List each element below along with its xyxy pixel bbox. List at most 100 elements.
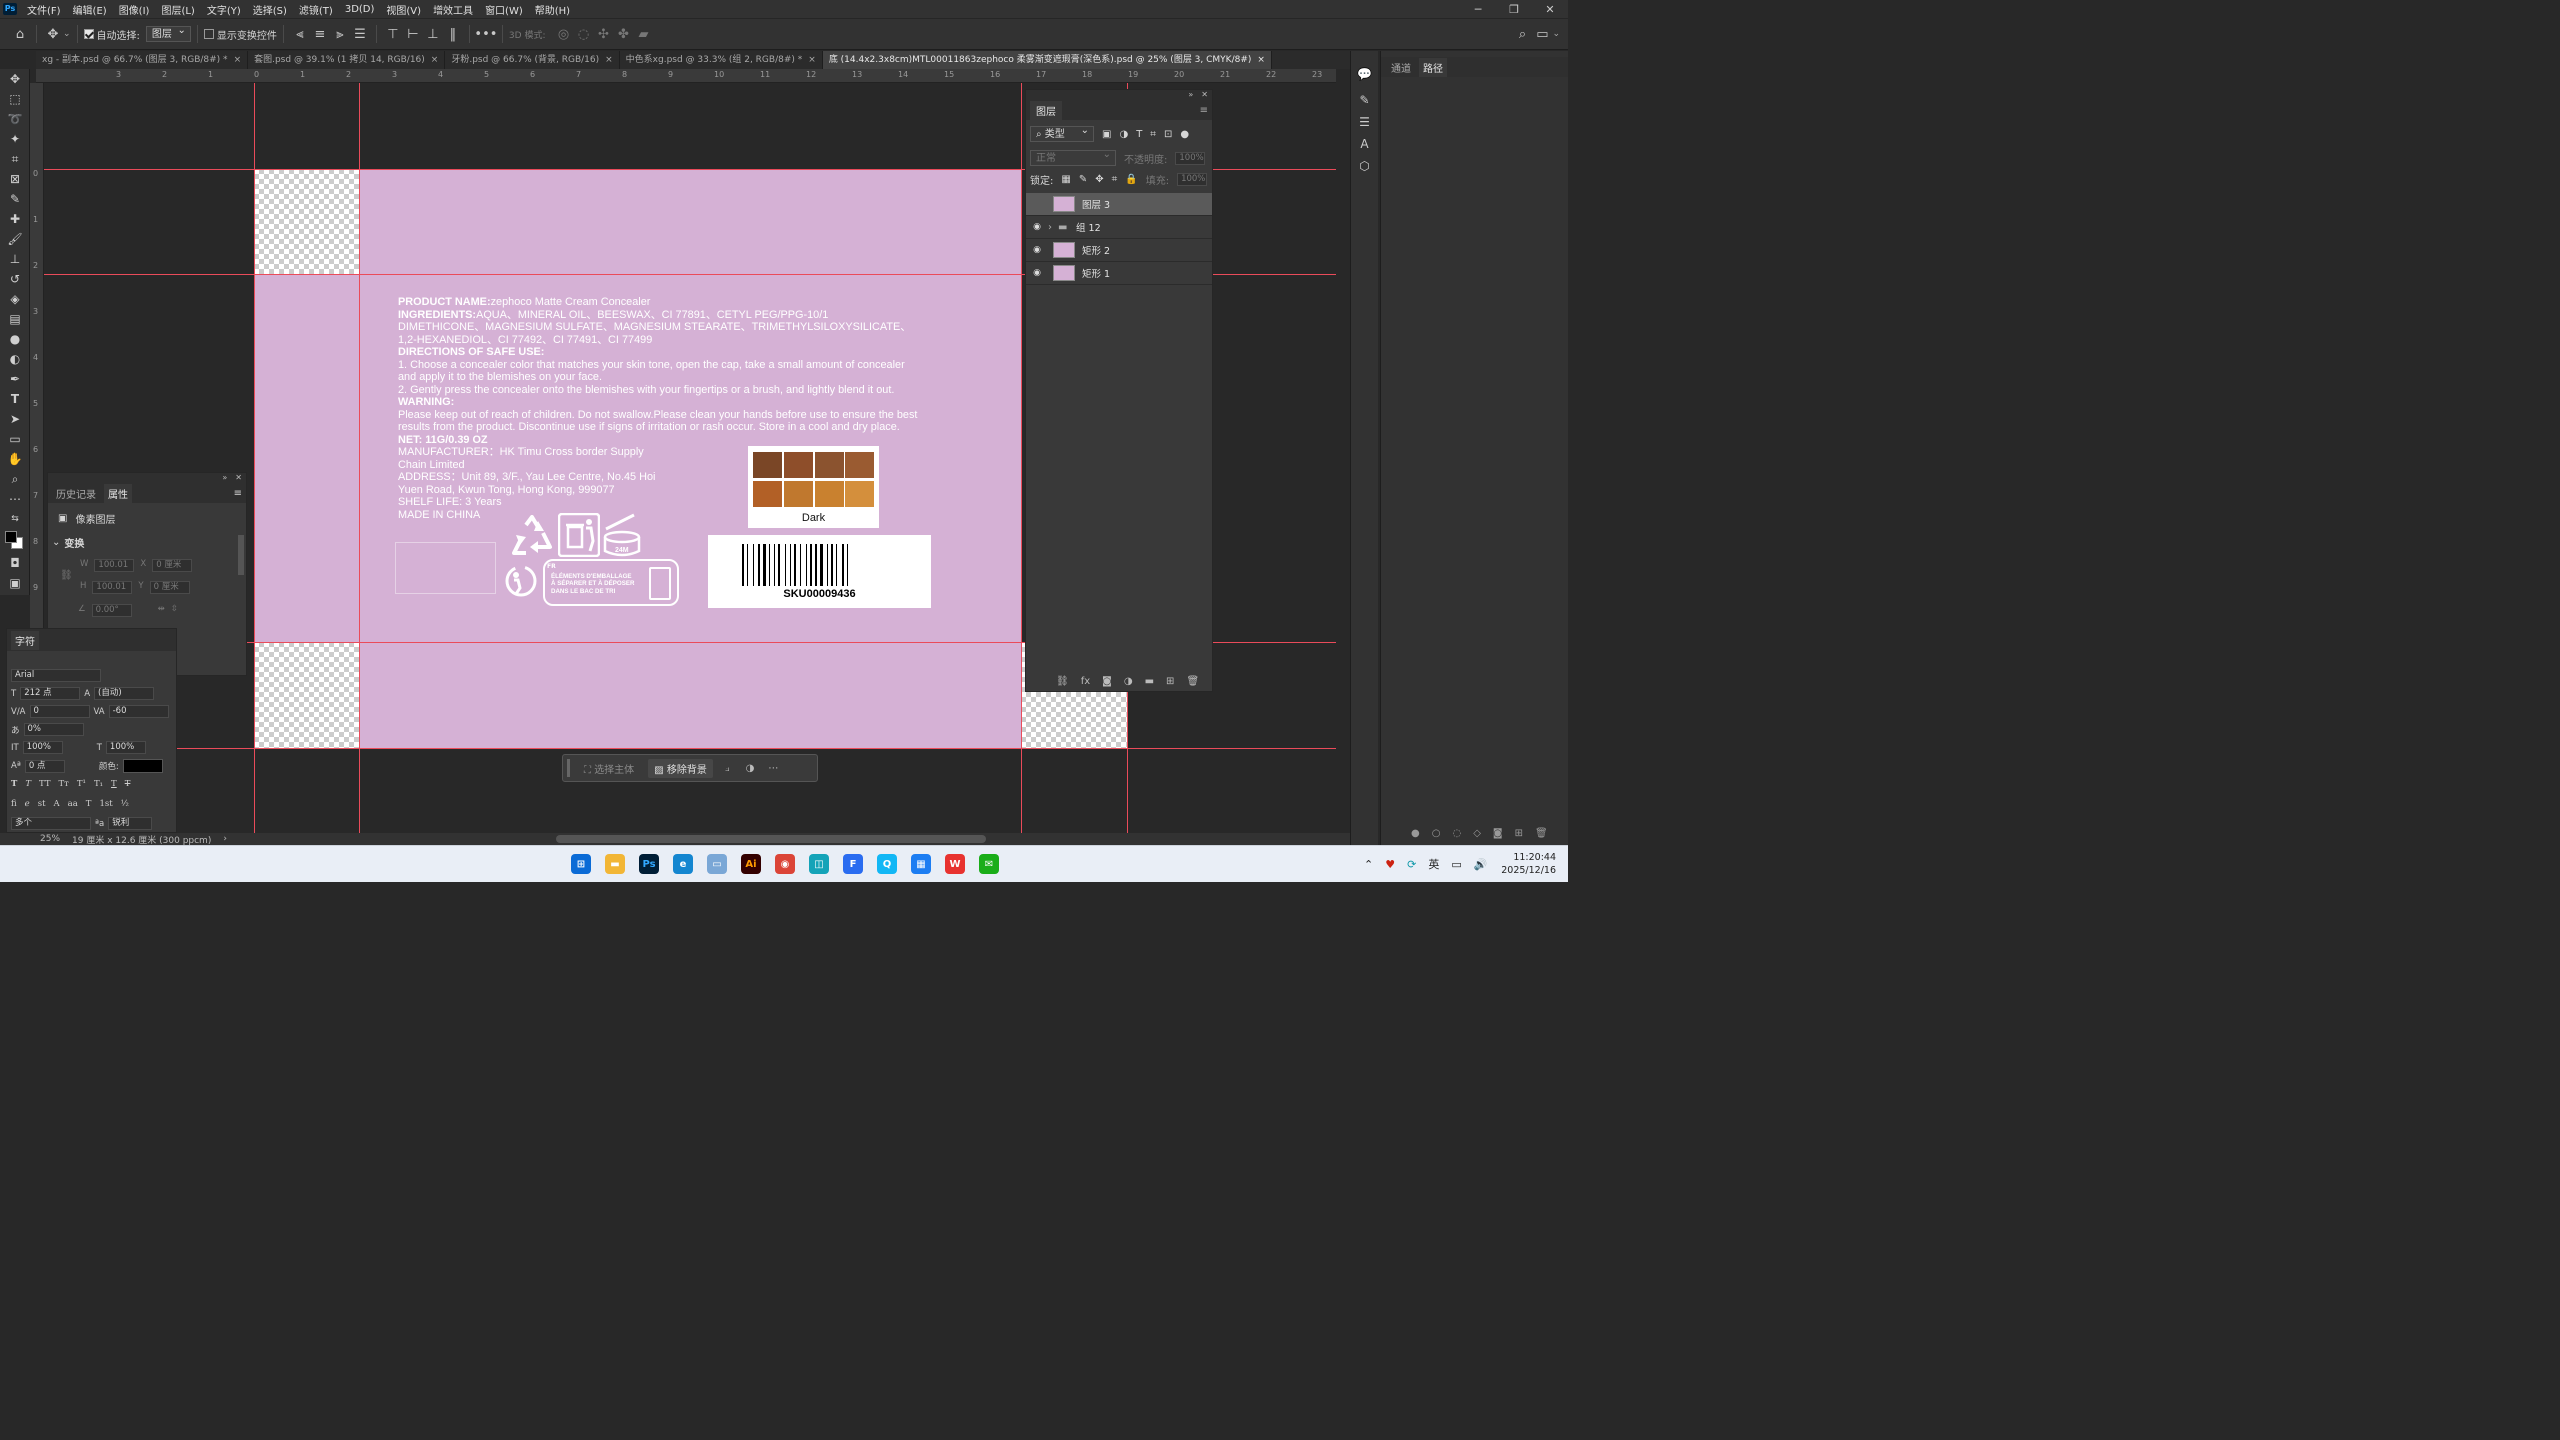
tab-character[interactable]: 字符 <box>11 630 39 650</box>
lock-position-icon[interactable]: ✥ <box>1095 174 1103 185</box>
glyphs-icon[interactable]: A <box>1351 137 1378 151</box>
align-middle-icon[interactable]: ⊢ <box>403 24 423 44</box>
distribute-v-icon[interactable]: ‖ <box>443 24 463 44</box>
link-layers-icon[interactable]: ⛓ <box>1056 676 1069 687</box>
select-subject-button[interactable]: ⛶ 选择主体 <box>576 761 642 776</box>
tray-chevron-up-icon[interactable]: ⌃ <box>1364 858 1373 871</box>
tab-properties[interactable]: 属性 <box>104 483 132 503</box>
language-dropdown[interactable]: 多个 <box>11 817 91 830</box>
remove-background-button[interactable]: ▨ 移除背景 <box>648 758 713 778</box>
brush-settings-icon[interactable]: ✎ <box>1351 93 1378 107</box>
kerning-input[interactable]: 0 <box>29 705 90 718</box>
chrome-browser-icon[interactable]: ◉ <box>775 854 795 874</box>
drag-handle-icon[interactable] <box>567 759 570 777</box>
horizontal-scrollbar[interactable] <box>556 835 986 843</box>
layer-row[interactable]: ◉ 矩形 2 <box>1026 239 1212 262</box>
file-explorer-icon[interactable]: ▬ <box>605 854 625 874</box>
delete-layer-icon[interactable]: 🗑 <box>1186 676 1199 687</box>
menu-3d[interactable]: 3D(D) <box>339 4 381 15</box>
tab-paths[interactable]: 路径 <box>1419 57 1447 77</box>
align-center-h-icon[interactable]: ≡ <box>310 24 330 44</box>
text-color-swatch[interactable] <box>122 759 163 773</box>
filter-pixel-icon[interactable]: ▣ <box>1102 129 1111 140</box>
close-tab-icon[interactable]: × <box>605 51 613 69</box>
horizontal-scale-input[interactable]: 100% <box>105 741 146 754</box>
move-tool-icon[interactable]: ✥ <box>43 24 63 44</box>
lock-pixels-icon[interactable]: ✎ <box>1079 174 1087 185</box>
feishu-app-icon[interactable]: F <box>843 854 863 874</box>
tab-document[interactable]: xg - 副本.psd @ 66.7% (图层 3, RGB/8#) * × <box>36 51 249 69</box>
eye-icon[interactable]: ◉ <box>1026 222 1048 232</box>
align-left-icon[interactable]: ⫷ <box>290 24 310 44</box>
history-brush-icon[interactable]: ↺ <box>0 269 30 289</box>
chevron-down-icon[interactable]: ⌄ <box>52 537 60 548</box>
foreground-color-swatch[interactable] <box>5 531 17 543</box>
guide-line[interactable] <box>359 83 360 833</box>
eraser-icon[interactable]: ◈ <box>0 289 30 309</box>
swash-icon[interactable]: ℯ <box>25 799 30 809</box>
layer-row[interactable]: ◉ 矩形 1 <box>1026 262 1212 285</box>
chevron-down-icon[interactable]: ⌄ <box>63 29 71 39</box>
eye-icon[interactable]: ◉ <box>1026 268 1048 278</box>
adjustments-icon[interactable]: ☰ <box>1351 115 1378 129</box>
guide-line[interactable] <box>1021 83 1022 833</box>
ime-indicator[interactable]: 英 <box>1428 856 1439 872</box>
3d-pan-icon[interactable]: ✣ <box>593 24 613 44</box>
superscript-icon[interactable]: T¹ <box>77 779 86 789</box>
underline-icon[interactable]: T <box>111 779 117 789</box>
close-tab-icon[interactable]: × <box>234 51 242 69</box>
close-tab-icon[interactable]: × <box>1257 51 1265 69</box>
show-transform-checkbox[interactable] <box>203 29 214 39</box>
guide-line[interactable] <box>254 83 255 833</box>
tab-document[interactable]: 套图.psd @ 39.1% (1 拷贝 14, RGB/16) × <box>248 51 446 69</box>
home-icon[interactable]: ⌂ <box>10 24 30 44</box>
menu-help[interactable]: 帮助(H) <box>529 2 576 17</box>
align-right-icon[interactable]: ⫸ <box>330 24 350 44</box>
height-input[interactable]: 100.01 <box>92 581 133 594</box>
new-group-icon[interactable]: ▬ <box>1145 676 1154 687</box>
close-panel-icon[interactable]: ✕ <box>235 473 242 483</box>
clone-stamp-icon[interactable]: ⊥ <box>0 249 30 269</box>
rectangle-tool-icon[interactable]: ▭ <box>0 429 30 449</box>
zoom-level[interactable]: 25% <box>40 834 60 844</box>
ordinal-st-icon[interactable]: 1st <box>99 799 112 809</box>
window-app-icon[interactable]: ▭ <box>707 854 727 874</box>
tab-history[interactable]: 历史记录 <box>52 484 100 503</box>
ligature-icon[interactable]: fi <box>11 799 17 809</box>
subscript-icon[interactable]: T₁ <box>94 779 103 789</box>
filter-type-icon[interactable]: T <box>1136 129 1142 140</box>
adjustment-layer-icon[interactable]: ◑ <box>1124 676 1133 687</box>
menu-image[interactable]: 图像(I) <box>113 2 156 17</box>
dodge-tool-icon[interactable]: ◐ <box>0 349 30 369</box>
eyedropper-icon[interactable]: ✎ <box>0 189 30 209</box>
scrollbar-thumb[interactable] <box>238 535 244 575</box>
quick-mask-icon[interactable]: ◘ <box>0 553 30 573</box>
small-caps-icon[interactable]: Tт <box>59 779 69 789</box>
alt-ligature-icon[interactable]: st <box>38 799 46 809</box>
illustrator-app-icon[interactable]: Ai <box>741 854 761 874</box>
load-selection-icon[interactable]: ◌ <box>1452 828 1461 839</box>
guide-line[interactable] <box>44 748 1336 749</box>
auto-select-checkbox[interactable] <box>83 29 94 39</box>
close-icon[interactable]: ✕ <box>1532 3 1568 16</box>
fill-input[interactable]: 100% <box>1177 173 1208 186</box>
transform-icon[interactable]: ⟓ <box>719 763 736 774</box>
distribute-icon[interactable]: ☰ <box>350 24 370 44</box>
more-options-icon[interactable]: ⋯ <box>764 763 782 774</box>
gradient-tool-icon[interactable]: ▤ <box>0 309 30 329</box>
delete-path-icon[interactable]: 🗑 <box>1535 828 1548 839</box>
network-icon[interactable]: ▭ <box>1451 858 1461 871</box>
auto-select-dropdown[interactable]: 图层 <box>145 24 191 42</box>
adjust-icon[interactable]: ◑ <box>742 763 759 774</box>
close-tab-icon[interactable]: × <box>431 51 439 69</box>
tsume-input[interactable]: 0% <box>23 723 84 736</box>
tab-document[interactable]: 中色系xg.psd @ 33.3% (组 2, RGB/8#) * × <box>620 51 823 69</box>
filter-adjust-icon[interactable]: ◑ <box>1119 129 1128 140</box>
type-tool-icon[interactable]: T <box>0 389 30 409</box>
layer-row[interactable]: 图层 3 <box>1026 193 1212 216</box>
layer-row[interactable]: ◉ › ▬ 组 12 <box>1026 216 1212 239</box>
frame-tool-icon[interactable]: ⊠ <box>0 169 30 189</box>
zoom-tool-icon[interactable]: ⌕ <box>0 469 30 489</box>
leading-input[interactable]: (自动) <box>94 687 155 700</box>
screen-mode-icon[interactable]: ▣ <box>0 573 30 593</box>
